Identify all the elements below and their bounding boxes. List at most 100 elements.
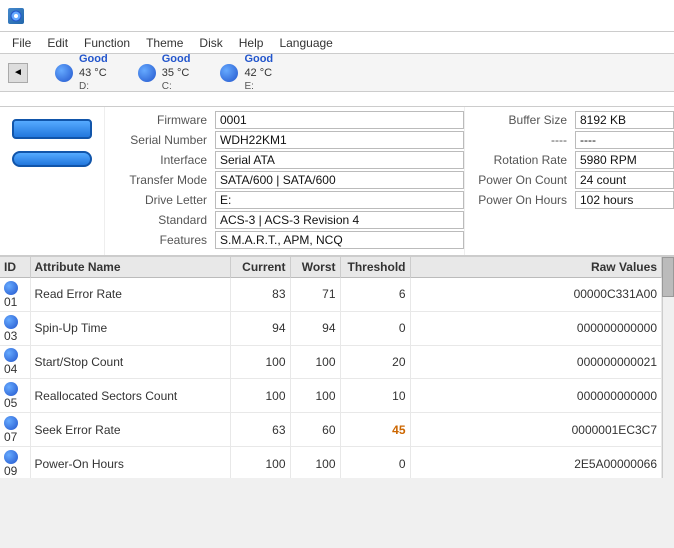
cell-threshold: 6 xyxy=(340,278,410,312)
center-panel: Firmware 0001 Serial Number WDH22KM1 Int… xyxy=(105,107,464,255)
drive-item-d[interactable]: Good 43 °C D: xyxy=(48,49,115,97)
info-right-value: 8192 KB xyxy=(575,111,674,129)
row-status-icon xyxy=(4,416,18,430)
maximize-button[interactable] xyxy=(624,7,644,25)
smart-table: ID Attribute Name Current Worst Threshol… xyxy=(0,257,662,478)
cell-worst: 60 xyxy=(290,413,340,447)
header-attribute-name: Attribute Name xyxy=(30,257,230,278)
table-row[interactable]: 09 Power-On Hours 100 100 0 2E5A00000066 xyxy=(0,447,662,478)
cell-id: 04 xyxy=(0,345,30,379)
drive-item-c[interactable]: Good 35 °C C: xyxy=(131,49,198,97)
drive-c-temp: 35 °C xyxy=(162,66,191,80)
info-center-value: E: xyxy=(215,191,464,209)
table-row[interactable]: 07 Seek Error Rate 63 60 45 0000001EC3C7 xyxy=(0,413,662,447)
info-center-row: Interface Serial ATA xyxy=(105,151,464,169)
cell-worst: 100 xyxy=(290,345,340,379)
info-right-key: Power On Count xyxy=(465,173,575,187)
menu-language[interactable]: Language xyxy=(271,34,340,52)
cell-threshold: 10 xyxy=(340,379,410,413)
drive-e-temp: 42 °C xyxy=(244,66,273,80)
nav-back-button[interactable]: ◄ xyxy=(8,63,28,83)
cell-name: Reallocated Sectors Count xyxy=(30,379,230,413)
scrollbar-track[interactable] xyxy=(662,257,674,478)
drive-e-label: Good xyxy=(244,52,273,66)
drive-d-letter: D: xyxy=(79,80,108,93)
table-row[interactable]: 01 Read Error Rate 83 71 6 00000C331A00 xyxy=(0,278,662,312)
cell-id: 01 xyxy=(0,278,30,312)
cell-current: 100 xyxy=(230,345,290,379)
info-section: Firmware 0001 Serial Number WDH22KM1 Int… xyxy=(0,107,674,256)
info-center-row: Standard ACS-3 | ACS-3 Revision 4 xyxy=(105,211,464,229)
cell-name: Start/Stop Count xyxy=(30,345,230,379)
app-icon xyxy=(8,8,24,24)
drive-d-temp: 43 °C xyxy=(79,66,108,80)
cell-id: 03 xyxy=(0,311,30,345)
title-bar xyxy=(0,0,674,32)
cell-current: 100 xyxy=(230,447,290,478)
header-raw-values: Raw Values xyxy=(410,257,662,278)
header-current: Current xyxy=(230,257,290,278)
info-right-value: ---- xyxy=(575,131,674,149)
cell-name: Spin-Up Time xyxy=(30,311,230,345)
drive-e-letter: E: xyxy=(244,80,273,93)
info-center-key: Transfer Mode xyxy=(105,173,215,187)
info-right-key: Power On Hours xyxy=(465,193,575,207)
info-right-key: Buffer Size xyxy=(465,113,575,127)
info-center-row: Drive Letter E: xyxy=(105,191,464,209)
info-center-key: Standard xyxy=(105,213,215,227)
row-status-icon xyxy=(4,348,18,362)
cell-worst: 100 xyxy=(290,379,340,413)
cell-current: 83 xyxy=(230,278,290,312)
drive-c-label: Good xyxy=(162,52,191,66)
health-badge[interactable] xyxy=(12,119,92,139)
cell-raw: 000000000000 xyxy=(410,311,662,345)
cell-id: 09 xyxy=(0,447,30,478)
menu-file[interactable]: File xyxy=(4,34,39,52)
cell-threshold: 0 xyxy=(340,447,410,478)
main-content: Firmware 0001 Serial Number WDH22KM1 Int… xyxy=(0,92,674,478)
drive-bar: ◄ Good 43 °C D: Good 35 °C C: Good 42 °C… xyxy=(0,54,674,92)
row-status-icon xyxy=(4,315,18,329)
info-center-row: Firmware 0001 xyxy=(105,111,464,129)
cell-current: 94 xyxy=(230,311,290,345)
info-center-key: Features xyxy=(105,233,215,247)
scrollbar-thumb[interactable] xyxy=(662,257,674,297)
cell-name: Seek Error Rate xyxy=(30,413,230,447)
info-right-row: Power On Count 24 count xyxy=(465,171,674,189)
info-right-key: Rotation Rate xyxy=(465,153,575,167)
cell-raw: 000000000021 xyxy=(410,345,662,379)
info-right-value: 24 count xyxy=(575,171,674,189)
header-worst: Worst xyxy=(290,257,340,278)
header-threshold: Threshold xyxy=(340,257,410,278)
smart-table-container[interactable]: ID Attribute Name Current Worst Threshol… xyxy=(0,256,674,478)
close-button[interactable] xyxy=(646,7,666,25)
cell-name: Read Error Rate xyxy=(30,278,230,312)
info-center-key: Drive Letter xyxy=(105,193,215,207)
window-controls xyxy=(602,7,666,25)
cell-raw: 00000C331A00 xyxy=(410,278,662,312)
left-panel xyxy=(0,107,105,255)
drive-c-icon xyxy=(138,64,156,82)
cell-threshold: 0 xyxy=(340,311,410,345)
table-row[interactable]: 03 Spin-Up Time 94 94 0 000000000000 xyxy=(0,311,662,345)
info-right-key: ---- xyxy=(465,133,575,147)
info-right-row: Power On Hours 102 hours xyxy=(465,191,674,209)
info-right-row: Rotation Rate 5980 RPM xyxy=(465,151,674,169)
row-status-icon xyxy=(4,382,18,396)
info-right-row: ---- ---- xyxy=(465,131,674,149)
table-row[interactable]: 05 Reallocated Sectors Count 100 100 10 … xyxy=(0,379,662,413)
minimize-button[interactable] xyxy=(602,7,622,25)
info-center-value: Serial ATA xyxy=(215,151,464,169)
cell-current: 63 xyxy=(230,413,290,447)
info-right-value: 5980 RPM xyxy=(575,151,674,169)
info-center-value: ACS-3 | ACS-3 Revision 4 xyxy=(215,211,464,229)
table-header-row: ID Attribute Name Current Worst Threshol… xyxy=(0,257,662,278)
header-id: ID xyxy=(0,257,30,278)
cell-raw: 2E5A00000066 xyxy=(410,447,662,478)
drive-item-e[interactable]: Good 42 °C E: xyxy=(213,49,280,97)
info-right-row: Buffer Size 8192 KB xyxy=(465,111,674,129)
info-center-value: WDH22KM1 xyxy=(215,131,464,149)
drive-c-letter: C: xyxy=(162,80,191,93)
temperature-badge xyxy=(12,151,92,167)
table-row[interactable]: 04 Start/Stop Count 100 100 20 000000000… xyxy=(0,345,662,379)
